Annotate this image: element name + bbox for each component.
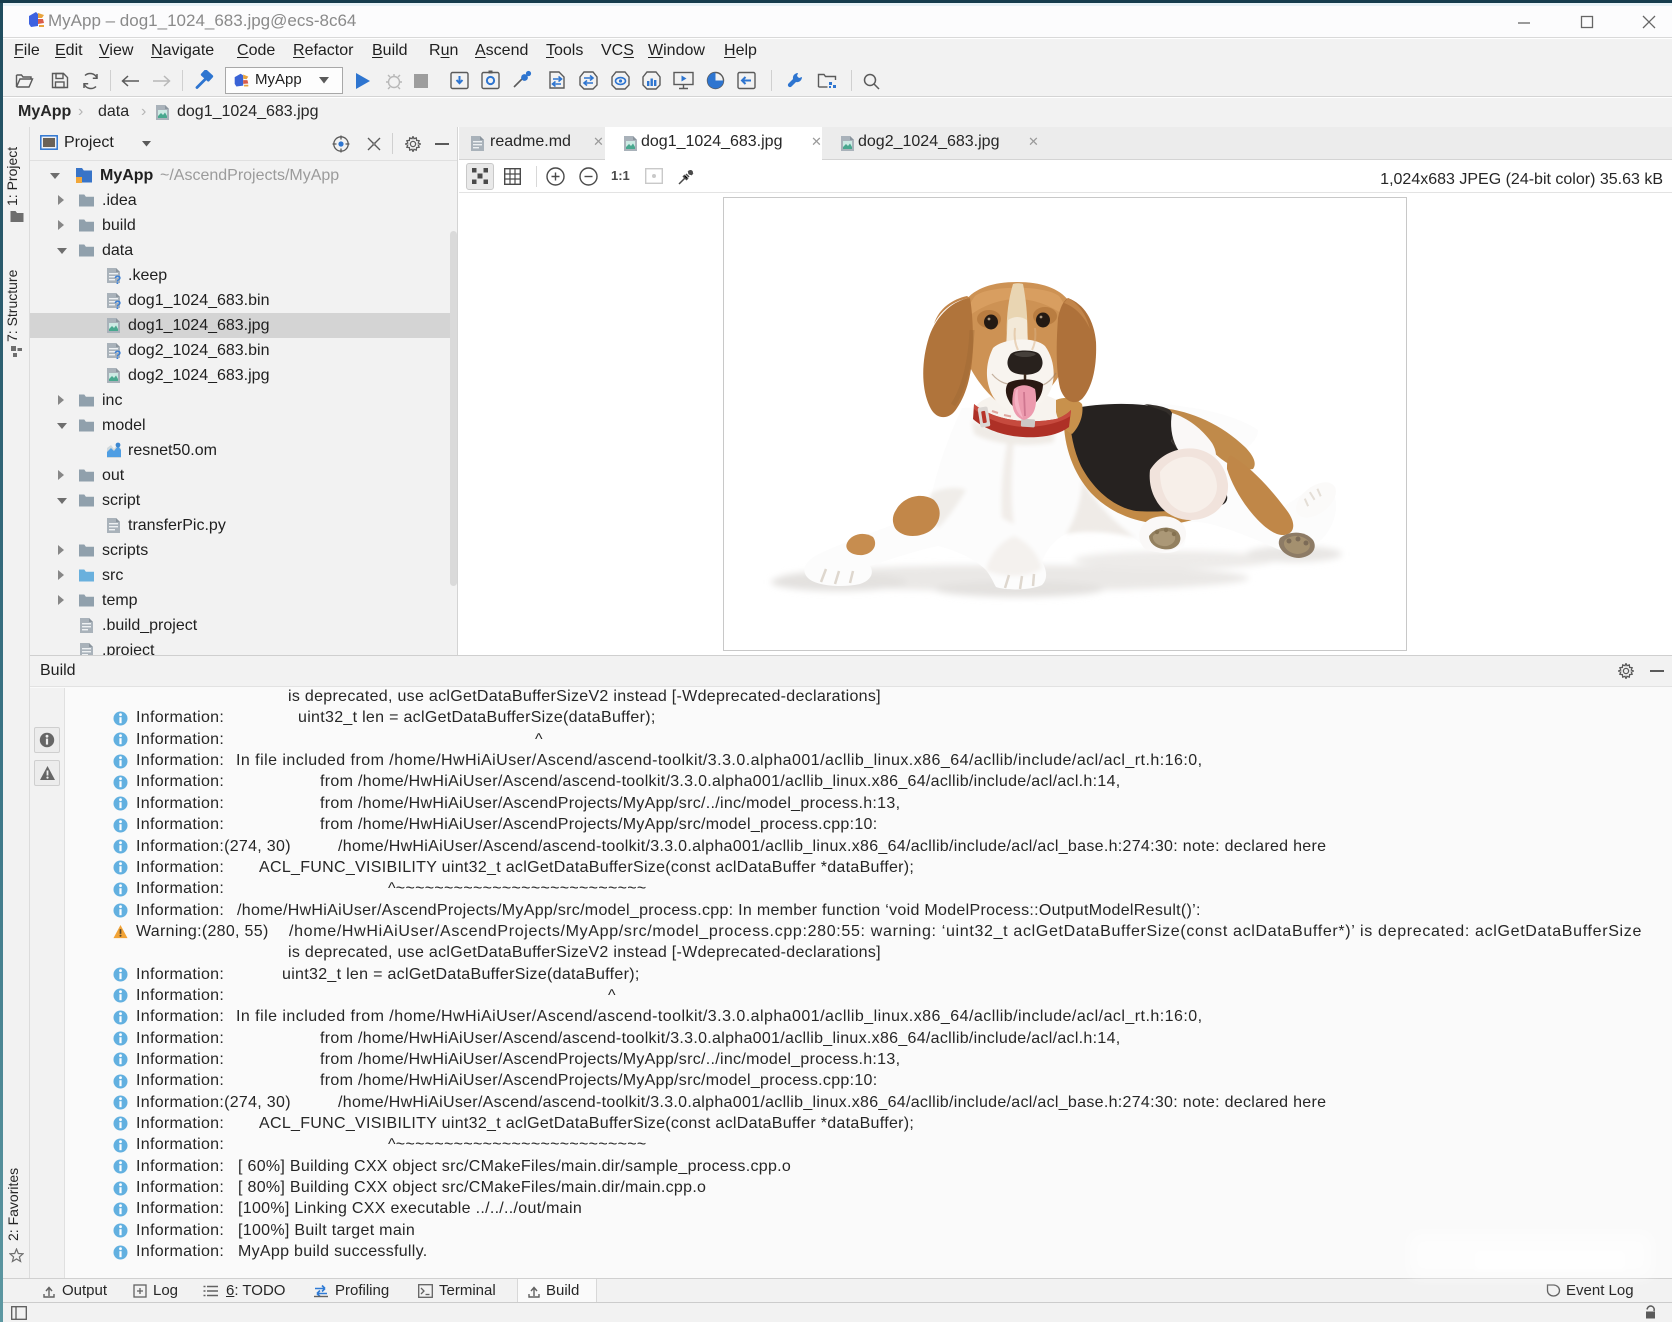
svg-text:?: ?: [114, 299, 121, 311]
svg-text:?: ?: [114, 274, 121, 286]
svg-text:?: ?: [114, 349, 121, 361]
